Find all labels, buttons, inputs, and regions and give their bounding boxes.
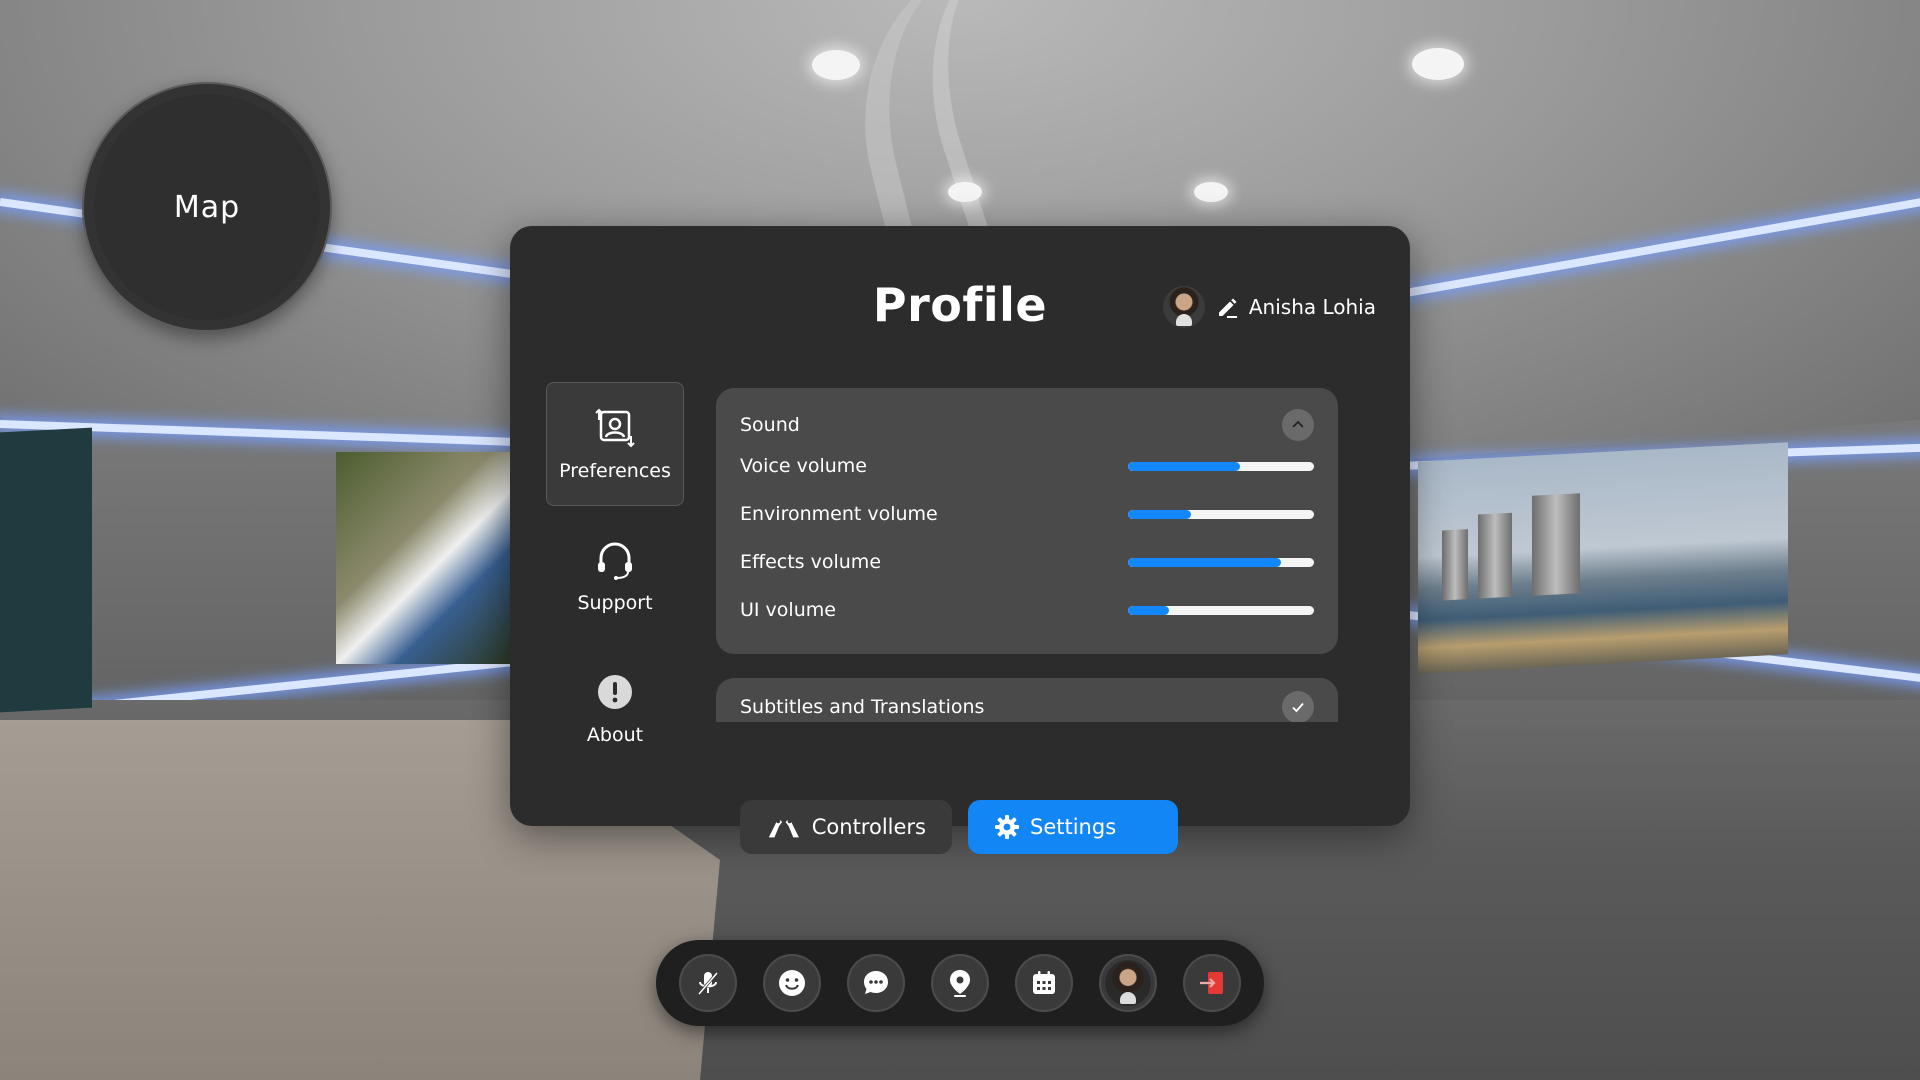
map-button[interactable]: Map bbox=[82, 82, 332, 332]
environment-volume-slider[interactable] bbox=[1128, 509, 1314, 519]
tab-label: Controllers bbox=[811, 815, 926, 839]
preferences-icon bbox=[595, 408, 635, 448]
chat-button[interactable] bbox=[847, 954, 905, 1012]
wall-screen bbox=[336, 452, 512, 664]
microphone-icon bbox=[697, 972, 719, 995]
sound-header[interactable]: Sound bbox=[740, 408, 1314, 442]
microphone-button[interactable] bbox=[679, 954, 737, 1012]
collapse-button[interactable] bbox=[1282, 409, 1314, 441]
nav-item-preferences[interactable]: Preferences bbox=[546, 382, 684, 506]
slider-label: Effects volume bbox=[740, 551, 882, 573]
user-name: Anisha Lohia bbox=[1248, 295, 1376, 319]
emoji-icon bbox=[779, 970, 805, 996]
section-title: Subtitles and Translations bbox=[740, 696, 985, 718]
slider-fill bbox=[1128, 557, 1281, 567]
calendar-button[interactable] bbox=[1015, 954, 1073, 1012]
slider-fill bbox=[1128, 509, 1192, 519]
nav-label: About bbox=[586, 724, 644, 746]
profile-button[interactable] bbox=[1099, 954, 1157, 1012]
edit-icon[interactable] bbox=[1215, 295, 1239, 319]
slider-label: Environment volume bbox=[740, 503, 938, 525]
nav-label: Preferences bbox=[559, 460, 671, 482]
chat-icon bbox=[864, 971, 888, 994]
headset-icon bbox=[598, 542, 632, 580]
subtitles-header[interactable]: Subtitles and Translations bbox=[740, 690, 1314, 722]
bottom-toolbar bbox=[656, 940, 1264, 1026]
cooling-tower bbox=[1532, 493, 1580, 596]
slider-row: Effects volume bbox=[740, 538, 1314, 586]
effects-volume-slider[interactable] bbox=[1128, 557, 1314, 567]
slider-label: Voice volume bbox=[740, 455, 867, 477]
cooling-tower bbox=[1478, 512, 1512, 599]
nav-item-support[interactable]: Support bbox=[546, 514, 684, 638]
calendar-icon bbox=[1033, 971, 1055, 994]
subtitles-toggle[interactable] bbox=[1282, 691, 1314, 722]
tab-settings[interactable]: Settings bbox=[968, 800, 1178, 854]
section-title: Sound bbox=[740, 414, 800, 436]
checkmark-icon bbox=[1292, 702, 1304, 713]
tab-controllers[interactable]: Controllers bbox=[740, 800, 952, 854]
ceiling-light bbox=[1194, 182, 1228, 202]
avatar bbox=[1105, 960, 1151, 1006]
tab-label: Settings bbox=[1030, 815, 1117, 839]
voice-volume-slider[interactable] bbox=[1128, 461, 1314, 471]
profile-panel: Profile Anisha Lohia Preferences Support… bbox=[510, 226, 1410, 854]
nav-label: Support bbox=[577, 592, 653, 614]
avatar bbox=[1162, 286, 1205, 328]
location-button[interactable] bbox=[931, 954, 989, 1012]
cooling-tower bbox=[1442, 529, 1468, 601]
slider-fill bbox=[1128, 461, 1240, 471]
emoji-button[interactable] bbox=[763, 954, 821, 1012]
wall-screen bbox=[1418, 442, 1788, 674]
settings-content[interactable]: Sound Voice volume Environment volume Ef… bbox=[716, 388, 1338, 722]
chevron-up-icon bbox=[1292, 420, 1304, 428]
exit-button[interactable] bbox=[1183, 954, 1241, 1012]
sound-section: Sound Voice volume Environment volume Ef… bbox=[716, 388, 1338, 654]
location-icon bbox=[950, 970, 970, 997]
ceiling-light bbox=[1412, 48, 1464, 80]
slider-row: Voice volume bbox=[740, 442, 1314, 490]
gear-icon bbox=[995, 815, 1019, 839]
side-nav: Preferences Support About bbox=[546, 382, 684, 778]
slider-row: Environment volume bbox=[740, 490, 1314, 538]
ceiling-light bbox=[812, 50, 860, 80]
bottom-tabs: Controllers Settings bbox=[740, 800, 1178, 854]
controllers-icon bbox=[768, 819, 799, 838]
slider-row: UI volume bbox=[740, 586, 1314, 634]
exit-icon bbox=[1200, 972, 1223, 994]
wall-screen bbox=[0, 427, 92, 713]
ui-volume-slider[interactable] bbox=[1128, 605, 1314, 615]
info-icon bbox=[598, 675, 632, 709]
user-profile[interactable]: Anisha Lohia bbox=[1162, 286, 1376, 328]
subtitles-section: Subtitles and Translations bbox=[716, 678, 1338, 722]
slider-fill bbox=[1128, 605, 1169, 615]
slider-label: UI volume bbox=[740, 599, 836, 621]
nav-item-about[interactable]: About bbox=[546, 646, 684, 770]
map-label: Map bbox=[173, 189, 241, 225]
ceiling-light bbox=[948, 182, 982, 202]
